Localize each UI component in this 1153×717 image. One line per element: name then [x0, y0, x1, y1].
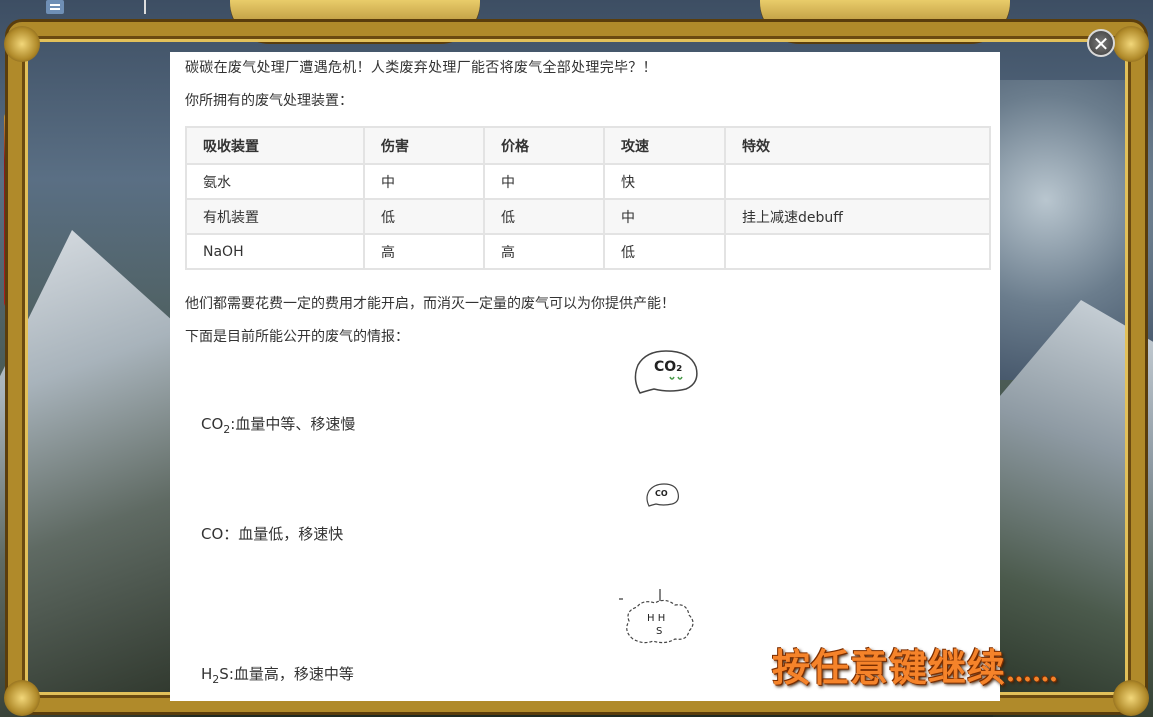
- table-cell: NaOH: [185, 233, 365, 270]
- corner-ornament-top-right: [1113, 26, 1149, 62]
- intro-text: 碳碳在废气处理厂遭遇危机！人类废弃处理厂能否将废气全部处理完毕？！: [185, 60, 657, 76]
- press-any-key-prompt[interactable]: 按任意键继续……: [772, 637, 1058, 692]
- h2s-ghost-label-bottom: S: [656, 626, 662, 637]
- co2-formula: CO: [201, 415, 224, 433]
- h2s-description: :血量高，移速中等: [228, 665, 354, 683]
- table-cell: 中: [363, 163, 485, 200]
- co-formula: CO: [201, 525, 224, 543]
- table-cell: 低: [603, 233, 726, 270]
- table-row: 有机装置 低 低 中 挂上减速debuff: [185, 198, 991, 235]
- header-price: 价格: [483, 126, 605, 165]
- header-attack-speed: 攻速: [603, 126, 726, 165]
- table-cell: 氨水: [185, 163, 365, 200]
- co-ghost-icon: CO: [646, 483, 679, 507]
- gas-co2-info: CO2:血量中等、移速慢: [201, 413, 355, 436]
- table-cell: 高: [483, 233, 605, 270]
- header-device: 吸收装置: [185, 126, 365, 165]
- h2s-formula-s: S: [219, 665, 229, 683]
- co-ghost-label: CO: [655, 489, 668, 498]
- table-cell: 中: [603, 198, 726, 235]
- corner-ornament-bottom-left: [4, 680, 40, 716]
- close-button[interactable]: ✕: [1087, 29, 1115, 57]
- table-cell: 有机装置: [185, 198, 365, 235]
- h2s-ghost-label-top: H H: [647, 613, 665, 624]
- co2-ghost-label: CO₂: [654, 359, 682, 375]
- table-cell: 低: [363, 198, 485, 235]
- table-cell: 高: [363, 233, 485, 270]
- intel-heading: 下面是目前所能公开的废气的情报：: [185, 329, 409, 345]
- table-cell: 中: [483, 163, 605, 200]
- table-cell: [724, 233, 991, 270]
- corner-ornament-bottom-right: [1113, 680, 1149, 716]
- table-cell: 快: [603, 163, 726, 200]
- story-panel: 碳碳在废气处理厂遭遇危机！人类废弃处理厂能否将废气全部处理完毕？！ 你所拥有的废…: [170, 52, 1000, 701]
- table-cell: 低: [483, 198, 605, 235]
- cost-text: 他们都需要花费一定的费用才能开启，而消灭一定量的废气可以为你提供产能！: [185, 296, 675, 312]
- table-cell: [724, 163, 991, 200]
- co2-ghost-icon: CO₂: [634, 350, 698, 394]
- red-tassel: [4, 110, 24, 310]
- top-divider: [144, 0, 146, 14]
- table-header-row: 吸收装置 伤害 价格 攻速 特效: [185, 126, 991, 165]
- frame-ornament-right: [760, 0, 1010, 42]
- gas-h2s-info: H2S:血量高，移速中等: [201, 663, 354, 686]
- table-row: NaOH 高 高 低: [185, 233, 991, 270]
- table-row: 氨水 中 中 快: [185, 163, 991, 200]
- header-damage: 伤害: [363, 126, 485, 165]
- close-icon: ✕: [1092, 32, 1110, 56]
- devices-table: 吸收装置 伤害 价格 攻速 特效 氨水 中 中 快 有机装置 低 低 中 挂上减…: [185, 126, 991, 270]
- h2s-formula-h: H: [201, 665, 213, 683]
- table-cell: 挂上减速debuff: [724, 198, 991, 235]
- continue-label: 按任意键继续: [772, 645, 1007, 690]
- frame-ornament-left: [230, 0, 480, 42]
- continue-dots: ……: [1006, 658, 1059, 688]
- header-effect: 特效: [724, 126, 991, 165]
- co2-description: :血量中等、移速慢: [230, 415, 356, 433]
- devices-heading: 你所拥有的废气处理装置：: [185, 93, 353, 109]
- mountain-left: [0, 230, 180, 717]
- h2s-ghost-icon: H H S: [619, 589, 694, 644]
- co-description: ：血量低，移速快: [223, 525, 344, 543]
- gas-co-info: CO：血量低，移速快: [201, 523, 343, 544]
- document-icon[interactable]: [46, 0, 64, 14]
- corner-ornament-top-left: [4, 26, 40, 62]
